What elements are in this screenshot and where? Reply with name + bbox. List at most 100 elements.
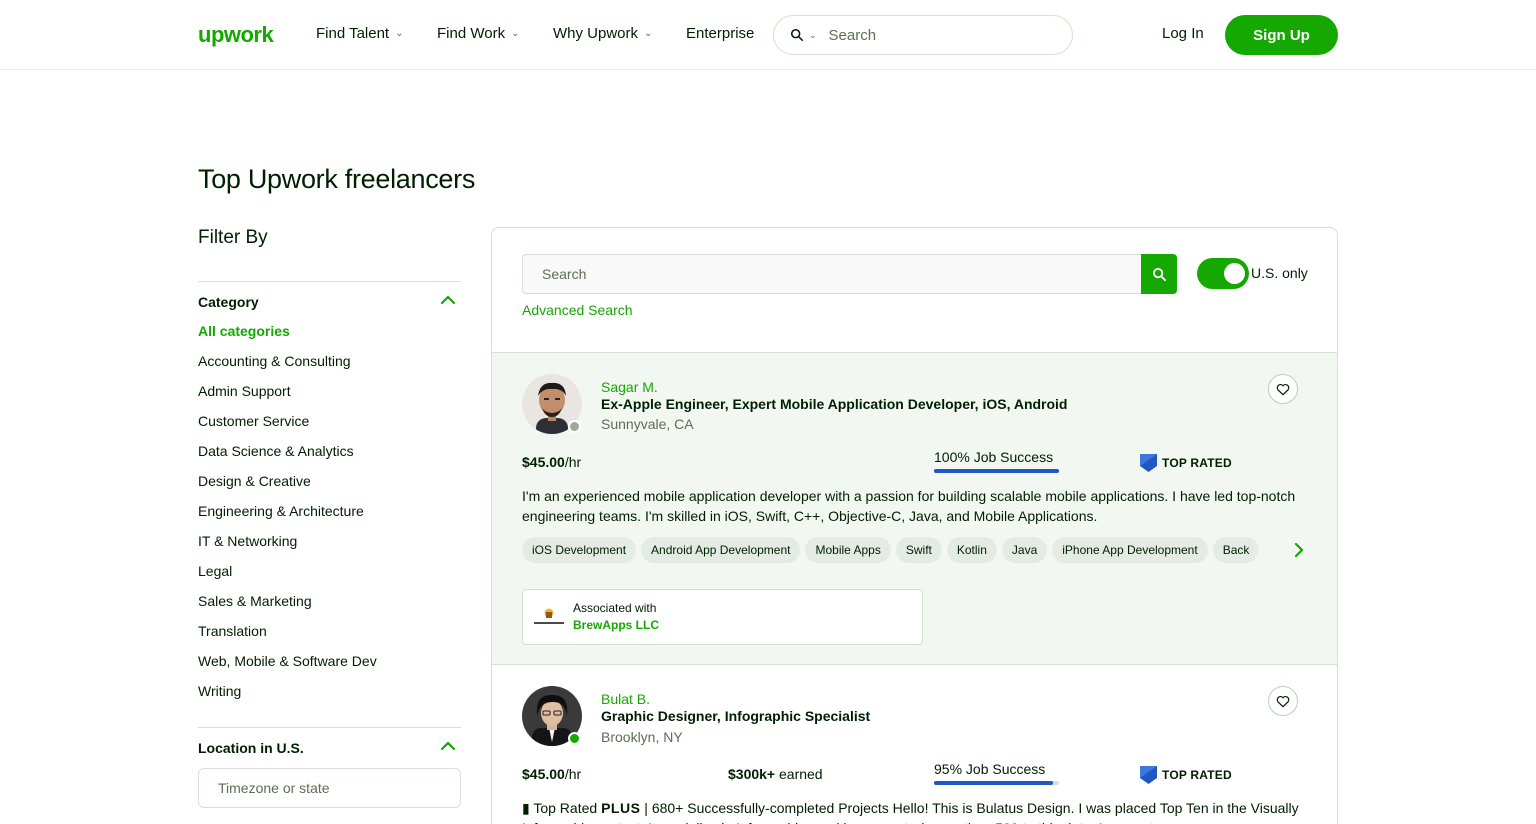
nav-enterprise[interactable]: Enterprise — [686, 25, 754, 42]
skill-tag[interactable]: Android App Development — [641, 537, 801, 563]
skill-tag[interactable]: Java — [1001, 537, 1048, 563]
freelancer-search-input[interactable]: Search — [522, 254, 1141, 294]
top-rated-badge: TOP RATED — [1140, 454, 1232, 472]
save-favorite-button[interactable] — [1268, 686, 1298, 716]
category-customer-service[interactable]: Customer Service — [198, 411, 377, 441]
nav-find-talent[interactable]: Find Talent ⌄ — [316, 25, 404, 42]
login-link[interactable]: Log In — [1162, 25, 1204, 42]
freelancer-name[interactable]: Bulat B. — [601, 691, 650, 707]
nav-label: Find Talent — [316, 25, 390, 42]
top-rated-badge: TOP RATED — [1140, 766, 1232, 784]
category-it-networking[interactable]: IT & Networking — [198, 531, 377, 561]
chevron-down-icon: ⌄ — [511, 28, 520, 39]
category-writing[interactable]: Writing — [198, 681, 377, 711]
agency-logo — [534, 608, 564, 624]
advanced-search-link[interactable]: Advanced Search — [522, 302, 633, 318]
chevron-down-icon[interactable]: ⌄ — [809, 30, 817, 41]
timezone-state-input[interactable]: Timezone or state — [198, 768, 461, 808]
search-button[interactable] — [1141, 254, 1177, 294]
freelancer-card[interactable]: Sagar M. Ex-Apple Engineer, Expert Mobil… — [492, 352, 1337, 665]
nav-label: Find Work — [437, 25, 506, 42]
nav-find-work[interactable]: Find Work ⌄ — [437, 25, 519, 42]
us-only-label: U.S. only — [1251, 265, 1308, 281]
top-rated-icon — [1140, 766, 1157, 784]
job-success-label: 95% Job Success — [934, 761, 1046, 777]
skills-fade — [1252, 537, 1282, 563]
associated-with-label: Associated with — [573, 601, 657, 615]
earned-unit: earned — [779, 766, 823, 782]
toggle-knob — [1224, 263, 1245, 284]
rate-value: $45.00 — [522, 454, 565, 470]
chevron-down-icon: ⌄ — [644, 28, 653, 39]
rate-value: $45.00 — [522, 766, 565, 782]
category-legal[interactable]: Legal — [198, 561, 377, 591]
freelancer-card[interactable]: Bulat B. Graphic Designer, Infographic S… — [492, 664, 1337, 824]
freelancer-location: Brooklyn, NY — [601, 729, 683, 745]
job-success-fill — [934, 781, 1053, 785]
skills-list: iOS Development Android App Development Mo… — [522, 537, 1284, 563]
us-only-toggle[interactable] — [1197, 258, 1249, 289]
signup-button[interactable]: Sign Up — [1225, 15, 1338, 55]
heart-icon — [1276, 695, 1290, 707]
bio-prefix: ▮ Top Rated — [522, 800, 602, 816]
page-title: Top Upwork freelancers — [198, 164, 476, 194]
results-panel: Search U.S. only Advanced Search Sagar M… — [491, 227, 1338, 824]
header-search-input[interactable]: ⌄ Search — [773, 15, 1073, 55]
category-all[interactable]: All categories — [198, 321, 377, 351]
heart-icon — [1276, 383, 1290, 395]
earned-value: $300k+ — [728, 766, 776, 782]
hourly-rate: $45.00/hr — [522, 766, 581, 782]
skill-tag[interactable]: Swift — [895, 537, 942, 563]
category-heading[interactable]: Category — [198, 294, 259, 310]
skill-tag[interactable]: iPhone App Development — [1052, 537, 1208, 563]
chevron-up-icon[interactable] — [440, 295, 456, 305]
filter-by-heading: Filter By — [198, 227, 268, 248]
category-engineering-architecture[interactable]: Engineering & Architecture — [198, 501, 377, 531]
category-data-science-analytics[interactable]: Data Science & Analytics — [198, 441, 377, 471]
rate-unit: /hr — [564, 454, 582, 470]
freelancer-name[interactable]: Sagar M. — [601, 379, 658, 395]
status-online-icon — [568, 732, 581, 745]
status-offline-icon — [568, 420, 581, 433]
job-success-bar — [934, 781, 1059, 785]
header-search-placeholder: Search — [828, 26, 877, 44]
top-rated-icon — [1140, 454, 1157, 472]
chevron-up-icon[interactable] — [440, 741, 456, 751]
category-list: All categories Accounting & Consulting A… — [198, 321, 377, 711]
job-success-fill — [934, 469, 1059, 473]
divider — [198, 281, 461, 282]
badge-label: TOP RATED — [1162, 768, 1232, 782]
hourly-rate: $45.00/hr — [522, 454, 581, 470]
agency-name-link[interactable]: BrewApps LLC — [573, 618, 659, 632]
job-success-bar — [934, 469, 1059, 473]
location-heading[interactable]: Location in U.S. — [198, 740, 304, 756]
category-web-mobile-software[interactable]: Web, Mobile & Software Dev — [198, 651, 377, 681]
job-success-label: 100% Job Success — [934, 449, 1054, 465]
freelancer-search-placeholder: Search — [542, 266, 587, 282]
rate-unit: /hr — [564, 766, 582, 782]
upwork-logo[interactable]: upwork — [198, 22, 274, 48]
category-design-creative[interactable]: Design & Creative — [198, 471, 377, 501]
skill-tag[interactable]: Mobile Apps — [805, 537, 891, 563]
category-admin-support[interactable]: Admin Support — [198, 381, 377, 411]
top-header: upwork Find Talent ⌄ Find Work ⌄ Why Upwor… — [0, 0, 1536, 70]
skill-tag[interactable]: iOS Development — [522, 537, 637, 563]
total-earned: $300k+ earned — [728, 766, 823, 782]
category-sales-marketing[interactable]: Sales & Marketing — [198, 591, 377, 621]
divider — [198, 727, 461, 728]
freelancer-location: Sunnyvale, CA — [601, 416, 694, 432]
save-favorite-button[interactable] — [1268, 374, 1298, 404]
freelancer-bio: ▮ Top Rated PLUS | 680+ Successfully-com… — [522, 798, 1302, 824]
chevron-right-icon[interactable] — [1292, 543, 1306, 557]
nav-label: Why Upwork — [553, 25, 639, 42]
freelancer-title: Ex-Apple Engineer, Expert Mobile Applica… — [601, 396, 1068, 412]
agency-association-card[interactable]: Associated with BrewApps LLC — [522, 589, 923, 645]
nav-label: Enterprise — [686, 25, 755, 42]
category-accounting-consulting[interactable]: Accounting & Consulting — [198, 351, 377, 381]
bio-plus: PLUS — [601, 800, 641, 816]
search-icon — [1152, 267, 1166, 281]
nav-why-upwork[interactable]: Why Upwork ⌄ — [553, 25, 652, 42]
category-translation[interactable]: Translation — [198, 621, 377, 651]
chevron-down-icon: ⌄ — [395, 28, 404, 39]
skill-tag[interactable]: Kotlin — [946, 537, 997, 563]
